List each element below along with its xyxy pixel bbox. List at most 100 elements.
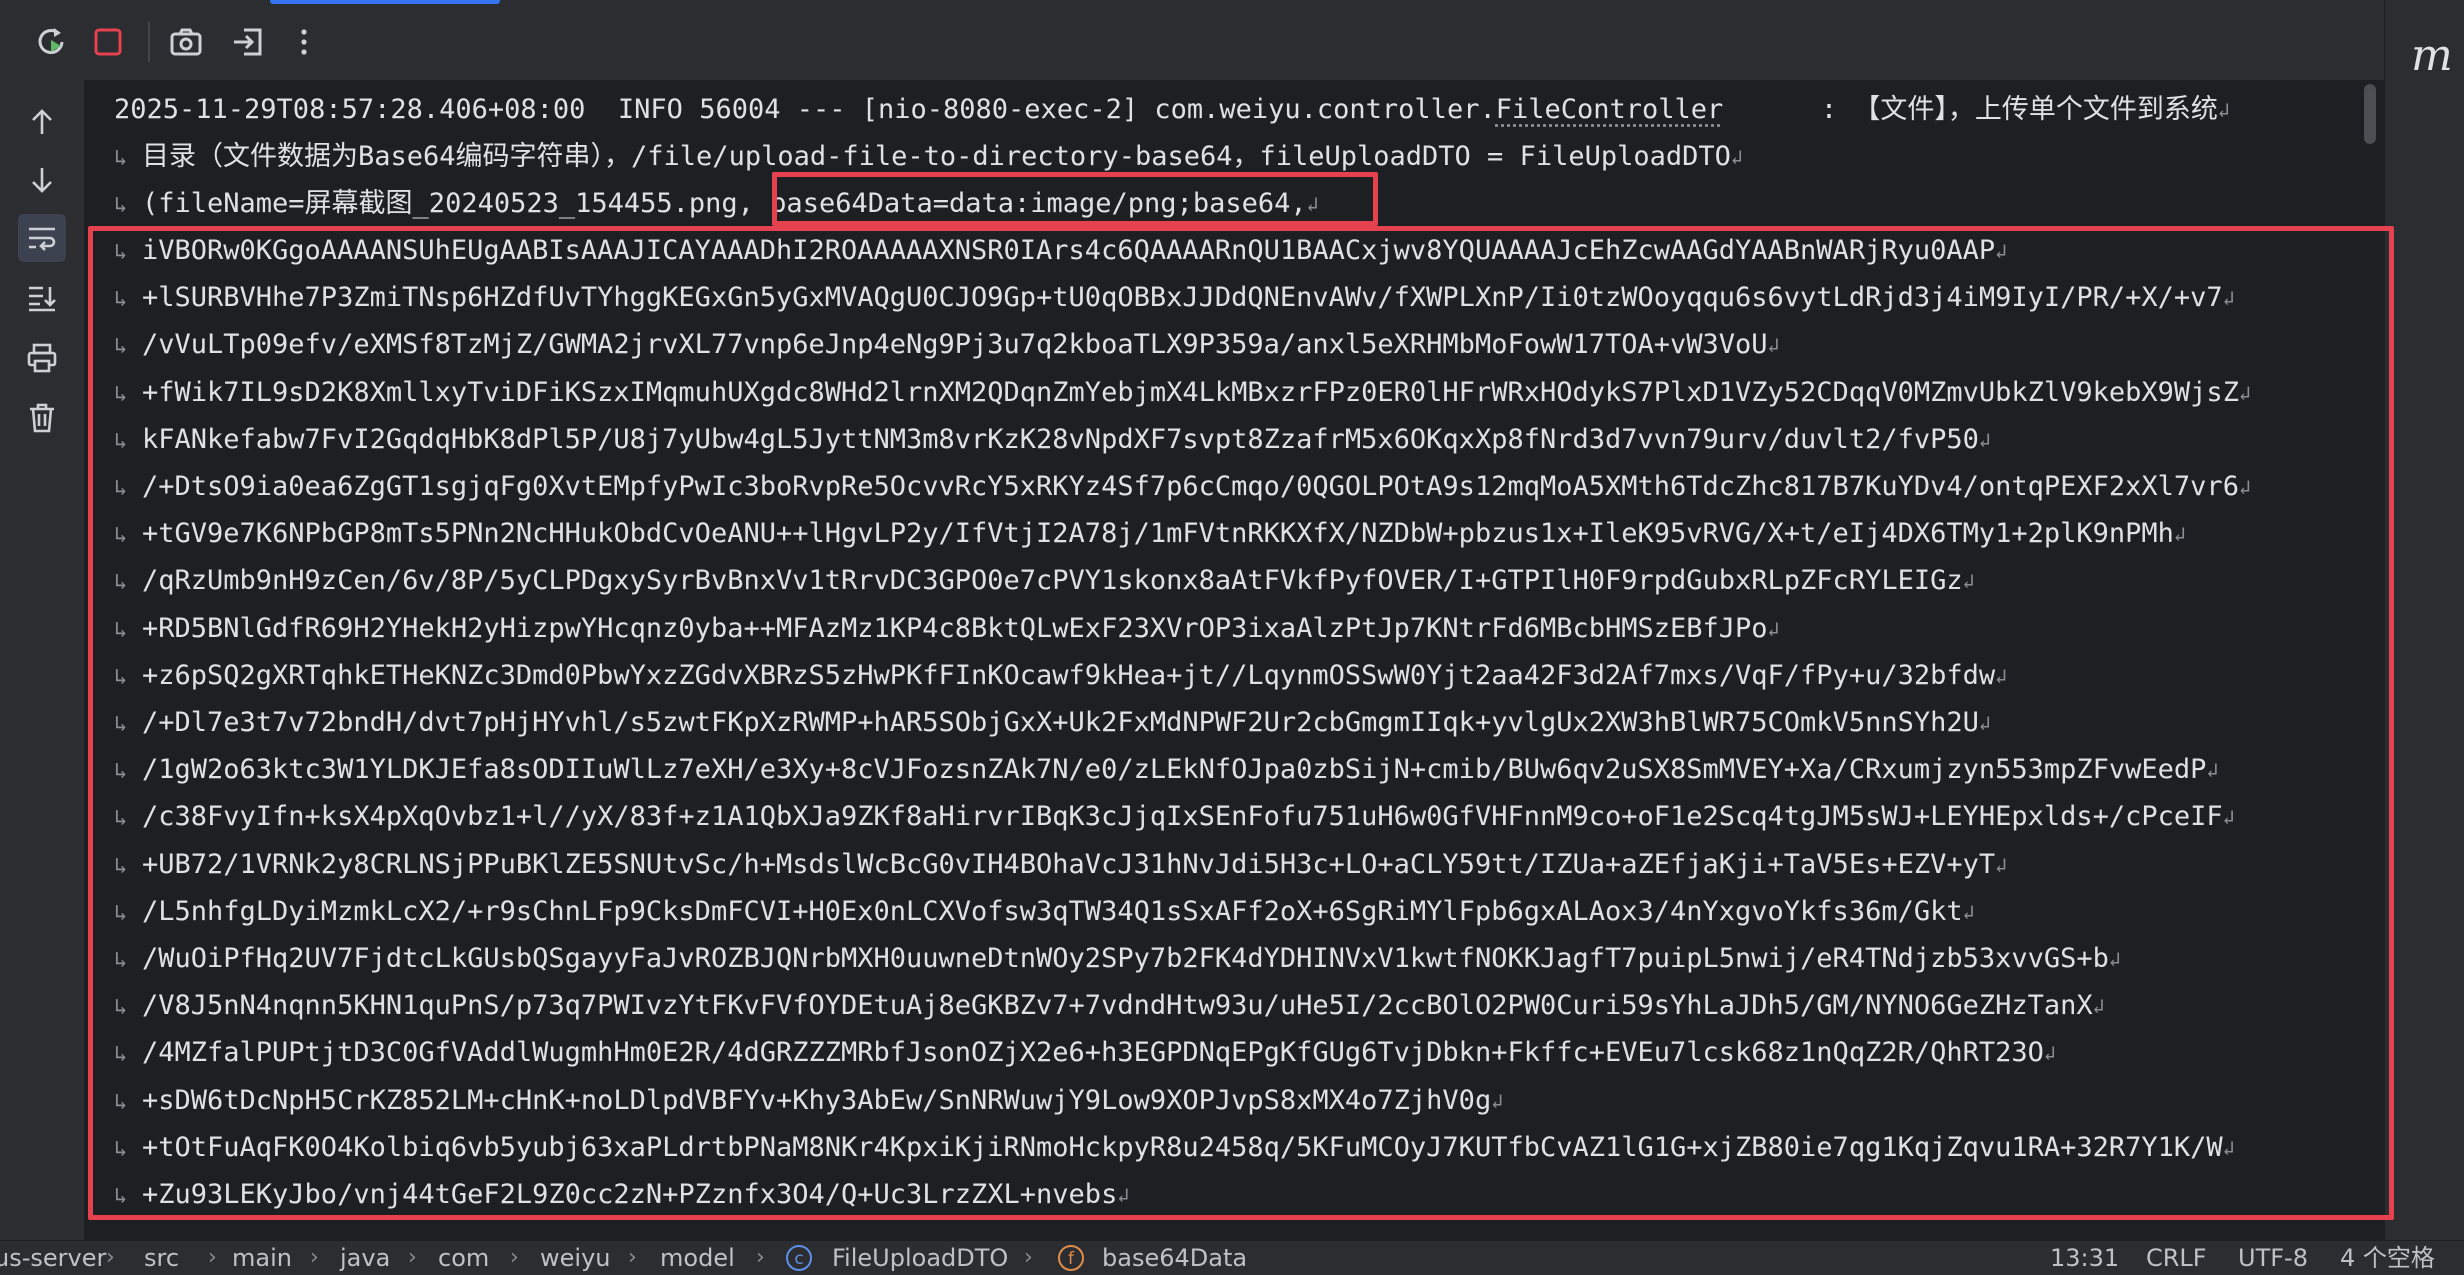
base64-line-text: +UB72/1VRNk2y8CRLNSjPPuBKlZE5SNUtvSc/h+M… — [142, 848, 1996, 880]
base64-prefix-text: base64Data=data:image/png;base64, — [753, 188, 1307, 219]
breadcrumb-main[interactable]: main — [232, 1241, 292, 1275]
chevron-right-icon: › — [408, 1245, 417, 1270]
right-strip-letter[interactable]: m — [2411, 30, 2453, 81]
arrow-down-icon[interactable] — [18, 156, 66, 204]
continuation-icon: ↳ — [114, 523, 128, 549]
base64-line-text: iVBORw0KGgoAAAANSUhEUgAABIsAAAJICAYAAADh… — [142, 235, 1996, 266]
wrap-icon: ↲ — [2222, 805, 2235, 830]
console-line: ↳ 目录（文件数据为Base64编码字符串），/file/upload-file-… — [114, 133, 1743, 180]
chevron-right-icon: › — [106, 1245, 115, 1270]
base64-line: ↳ +lSURBVHhe7P3ZmiTNsp6HZdfUvTYhggKEGxGn5… — [114, 274, 2235, 321]
breadcrumb-src[interactable]: src — [144, 1241, 179, 1275]
continuation-icon: ↳ — [114, 617, 128, 643]
base64-line: ↳ +UB72/1VRNk2y8CRLNSjPPuBKlZE5SNUtvSc/h+… — [114, 841, 2007, 888]
wrap-icon: ↲ — [2173, 522, 2186, 547]
base64-line-text: /+Dl7e3t7v72bndH/dvt7pHjHYvhl/s5zwtFKpXz… — [142, 707, 1979, 738]
base64-line: ↳ +tOtFuAqFK0O4Kolbiq6vb5yubj63xaPLdrtbPN… — [114, 1124, 2235, 1171]
base64-line: ↳ +Zu93LEKyJbo/vnj44tGeF2L9Z0cc2zN+PZznfx… — [114, 1171, 1129, 1218]
base64-line-text: +fWik7IL9sD2K8XmllxyTviDFiKSzxIMqmuhUXgd… — [142, 376, 2239, 408]
wrap-icon: ↲ — [2222, 1135, 2235, 1160]
continuation-icon: ↳ — [114, 948, 128, 973]
camera-icon[interactable] — [164, 20, 208, 64]
wrap-icon: ↲ — [2206, 758, 2219, 783]
console-scrollbar[interactable] — [2364, 84, 2376, 144]
base64-line: ↳ /vVuLTp09efv/eXMSf8TzMjZ/GWMA2jrvXL77vn… — [114, 321, 1780, 368]
rerun-icon[interactable] — [30, 20, 74, 64]
line-ending[interactable]: CRLF — [2146, 1241, 2207, 1275]
continuation-icon: ↳ — [114, 853, 128, 879]
base64-line-text: +lSURBVHhe7P3ZmiTNsp6HZdfUvTYhggKEGxGn5y… — [142, 282, 2223, 314]
breadcrumb-java[interactable]: java — [340, 1241, 390, 1275]
base64-line: ↳ /+DtsO9ia0ea6ZgGT1sgjqFg0XvtEMpfyPwIc3b… — [114, 463, 2251, 510]
run-toolbar — [0, 0, 2384, 81]
file-encoding[interactable]: UTF-8 — [2238, 1241, 2308, 1275]
wrap-icon: ↲ — [2238, 475, 2251, 499]
toolbar-separator — [148, 22, 150, 62]
chevron-right-icon: › — [510, 1245, 519, 1270]
wrap-icon: ↲ — [1978, 711, 1991, 735]
base64-line: ↳ +tGV9e7K6NPbGP8mTs5PNn2NcHHukObdCvOeANU… — [114, 510, 2186, 557]
caret-position[interactable]: 13:31 — [2050, 1241, 2119, 1275]
continuation-icon: ↳ — [114, 287, 128, 313]
wrap-icon: ↲ — [1730, 145, 1743, 169]
soft-wrap-icon[interactable] — [18, 214, 66, 262]
continuation-icon: ↳ — [114, 1136, 128, 1162]
base64-line-text: +tGV9e7K6NPbGP8mTs5PNn2NcHHukObdCvOeANU+… — [142, 518, 2174, 550]
base64-line-text: /1gW2o63ktc3W1YLDKJEfa8sODIIuWlLz7eXH/e3… — [142, 754, 2207, 786]
breadcrumb-field[interactable]: base64Data — [1102, 1241, 1247, 1275]
field-icon: f — [1058, 1245, 1084, 1271]
indent-setting[interactable]: 4 个空格 — [2340, 1241, 2435, 1275]
wrap-icon: ↲ — [1978, 427, 1991, 452]
arrow-up-icon[interactable] — [18, 98, 66, 146]
wrap-icon: ↲ — [1767, 616, 1780, 641]
base64-line-text: kFANkefabw7FvI2GqdqHbK8dPl5P/U8j7yUbw4gL… — [142, 423, 1979, 455]
base64-line: ↳ +RD5BNlGdfR69H2YHekH2yHizpwYHcqnz0yba++… — [114, 605, 1780, 652]
base64-line-text: +tOtFuAqFK0O4Kolbiq6vb5yubj63xaPLdrtbPNa… — [142, 1131, 2223, 1163]
base64-line-text: /V8J5nN4nqnn5KHN1quPnS/p73q7PWIvzYtFKvFV… — [142, 990, 2093, 1022]
base64-line-text: /L5nhfgLDyiMzmkLcX2/+r9sChnLFp9CksDmFCVI… — [142, 895, 1963, 927]
continuation-icon: ↳ — [114, 381, 128, 407]
base64-line: ↳ /4MZfalPUPtjtD3C0GfVAddlWugmhHm0E2R/4dG… — [114, 1029, 2056, 1076]
base64-line-text: +Zu93LEKyJbo/vnj44tGeF2L9Z0cc2zN+PZznfx3… — [142, 1179, 1118, 1210]
console-output[interactable]: 2025-11-29T08:57:28.406+08:00 INFO 56004… — [84, 80, 2384, 1240]
base64-line: ↳ iVBORw0KGgoAAAANSUhEUgAABIsAAAJICAYAAAD… — [114, 227, 2007, 274]
run-console-window: m 2025-11-29T08:57:28.406+08:00 INFO 560… — [0, 0, 2464, 1275]
base64-line: ↳ /L5nhfgLDyiMzmkLcX2/+r9sChnLFp9CksDmFCV… — [114, 888, 1975, 935]
more-icon[interactable] — [282, 20, 326, 64]
continuation-icon: ↳ — [114, 1184, 128, 1209]
scroll-to-end-icon[interactable] — [18, 274, 66, 322]
base64-line: ↳ /+Dl7e3t7v72bndH/dvt7pHjHYvhl/s5zwtFKpX… — [114, 699, 1991, 746]
wrap-icon: ↲ — [2222, 286, 2235, 311]
base64-line-text: /vVuLTp09efv/eXMSf8TzMjZ/GWMA2jrvXL77vnp… — [142, 329, 1768, 361]
base64-line-text: +sDW6tDcNpH5CrKZ852LM+cHnK+noLDlpdVBFYv+… — [142, 1084, 1492, 1116]
breadcrumb-model[interactable]: model — [660, 1241, 735, 1275]
base64-line-text: /qRzUmb9nH9zCen/6v/8P/5yCLPDgxySyrBvBnxV… — [142, 565, 1963, 597]
console-line: ↳ (fileName=屏幕截图_20240523_154455.png, bas… — [114, 180, 1319, 227]
console-line: 2025-11-29T08:57:28.406+08:00 INFO 56004… — [114, 94, 2230, 125]
continuation-icon: ↳ — [114, 334, 128, 360]
chevron-right-icon: › — [628, 1245, 637, 1270]
console-side-toolbar — [0, 80, 84, 1240]
continuation-icon: ↳ — [114, 1089, 128, 1115]
wrap-icon: ↲ — [2238, 380, 2251, 405]
trash-icon[interactable] — [18, 394, 66, 442]
continuation-icon: ↳ — [114, 570, 128, 596]
base64-line-text: /+DtsO9ia0ea6ZgGT1sgjqFg0XvtEMpfyPwIc3bo… — [142, 471, 2239, 502]
wrap-icon: ↲ — [1995, 663, 2008, 688]
wrap-icon: ↲ — [1962, 569, 1975, 594]
breadcrumb-project[interactable]: us-server — [0, 1241, 106, 1275]
file-controller-link[interactable]: FileController — [1496, 94, 1724, 125]
continuation-icon: ↳ — [114, 900, 128, 926]
right-tool-strip: m — [2384, 0, 2464, 1240]
breadcrumb-com[interactable]: com — [438, 1241, 489, 1275]
wrap-icon: ↲ — [1995, 852, 2008, 877]
breadcrumb-class[interactable]: FileUploadDTO — [832, 1241, 1008, 1275]
exit-icon[interactable] — [226, 20, 270, 64]
base64-line: ↳ +fWik7IL9sD2K8XmllxyTviDFiKSzxIMqmuhUXg… — [114, 369, 2251, 416]
stop-icon[interactable] — [86, 20, 130, 64]
wrap-icon: ↲ — [1962, 899, 1975, 924]
class-icon: c — [786, 1245, 812, 1271]
breadcrumb-weiyu[interactable]: weiyu — [540, 1241, 610, 1275]
continuation-icon: ↳ — [114, 193, 128, 218]
print-icon[interactable] — [18, 334, 66, 382]
